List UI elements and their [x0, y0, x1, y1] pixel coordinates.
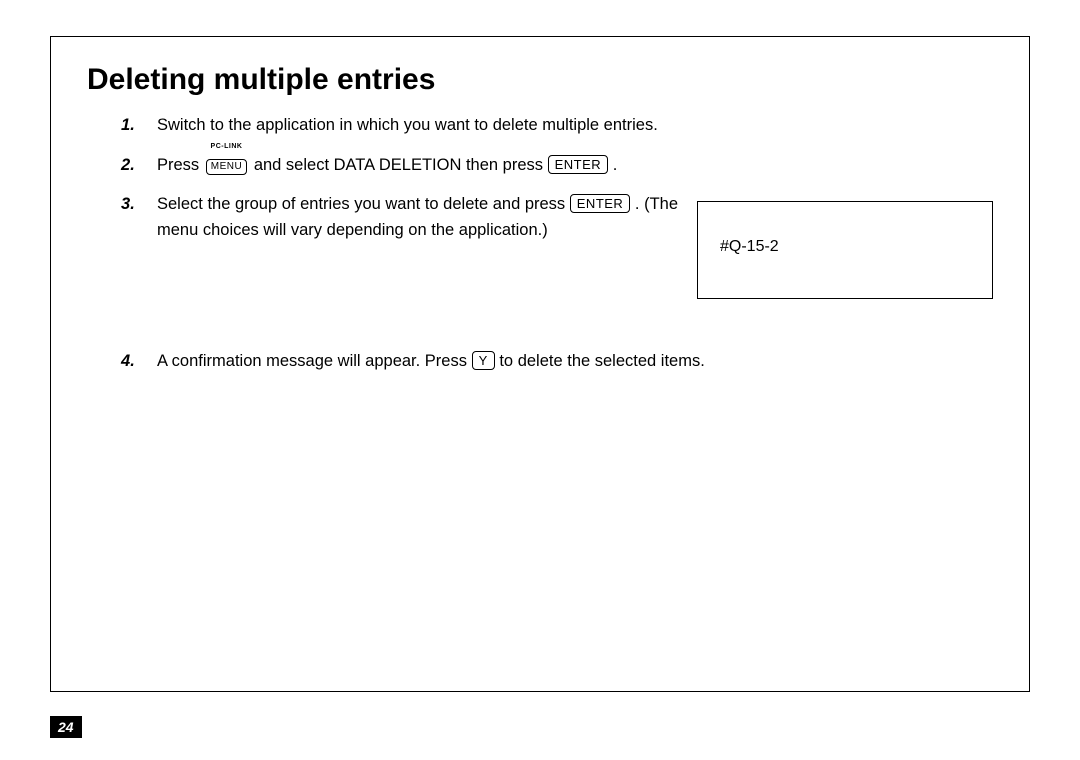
step-3-text-a: Select the group of entries you want to …: [157, 195, 570, 213]
reference-code: #Q-15-2: [720, 238, 779, 255]
step-4-text-b: to delete the selected items.: [499, 352, 704, 370]
step-4-text-a: A confirmation message will appear. Pres…: [157, 352, 472, 370]
step-2-text-c: .: [613, 156, 618, 174]
step-1: Switch to the application in which you w…: [121, 113, 717, 139]
step-2-text-b: and select DATA DELETION then press: [254, 156, 548, 174]
page-number-badge: 24: [50, 716, 82, 738]
reference-callout: #Q-15-2: [697, 201, 993, 299]
menu-key-icon: MENU: [206, 159, 247, 175]
menu-key-superscript: PC-LINK: [211, 142, 243, 153]
step-2: Press PC-LINK MENU and select DATA DELET…: [121, 153, 717, 179]
menu-key-group: PC-LINK MENU: [206, 153, 247, 179]
step-1-text: Switch to the application in which you w…: [157, 116, 658, 134]
y-key-icon: Y: [472, 351, 495, 370]
step-3: Select the group of entries you want to …: [121, 192, 717, 243]
enter-key-icon: ENTER: [548, 155, 609, 174]
enter-key-icon: ENTER: [570, 194, 631, 213]
content-frame: Deleting multiple entries Switch to the …: [50, 36, 1030, 692]
manual-page: Deleting multiple entries Switch to the …: [0, 0, 1080, 760]
step-2-text-a: Press: [157, 156, 204, 174]
page-title: Deleting multiple entries: [87, 63, 993, 97]
step-4: A confirmation message will appear. Pres…: [121, 349, 717, 375]
